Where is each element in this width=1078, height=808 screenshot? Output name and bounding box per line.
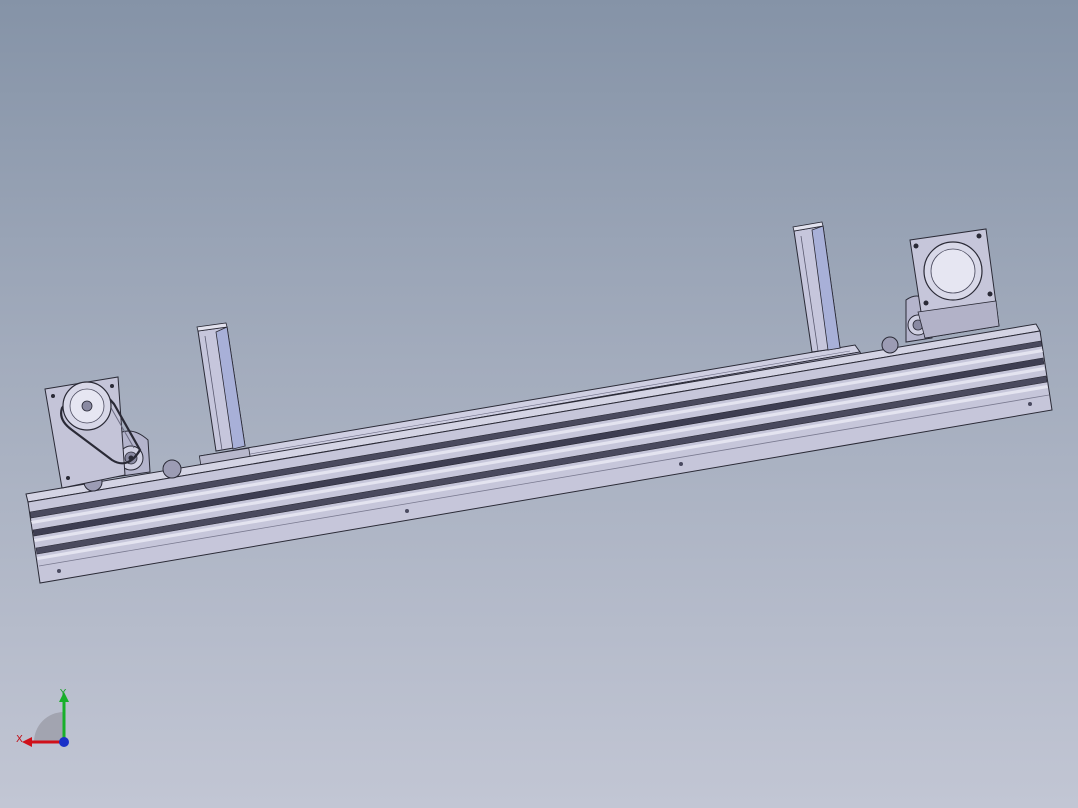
cad-model-view[interactable] (0, 0, 1078, 808)
reference-triad: X Y (8, 684, 78, 754)
right-vertical-post[interactable] (792, 221, 841, 353)
graphics-viewport[interactable]: X Y (0, 0, 1078, 808)
x-axis-label: X (16, 734, 23, 745)
screw-hole (679, 462, 683, 466)
left-vertical-post[interactable] (196, 322, 252, 469)
right-servo-motor[interactable] (909, 228, 1000, 339)
screw-hole (57, 569, 61, 573)
triad-plane (34, 712, 64, 742)
screw-hole (405, 509, 409, 513)
screw-hole (1028, 402, 1032, 406)
y-axis-label: Y (60, 688, 67, 699)
aluminium-extrusion-beam[interactable] (25, 323, 1053, 584)
z-axis-dot (59, 737, 69, 747)
